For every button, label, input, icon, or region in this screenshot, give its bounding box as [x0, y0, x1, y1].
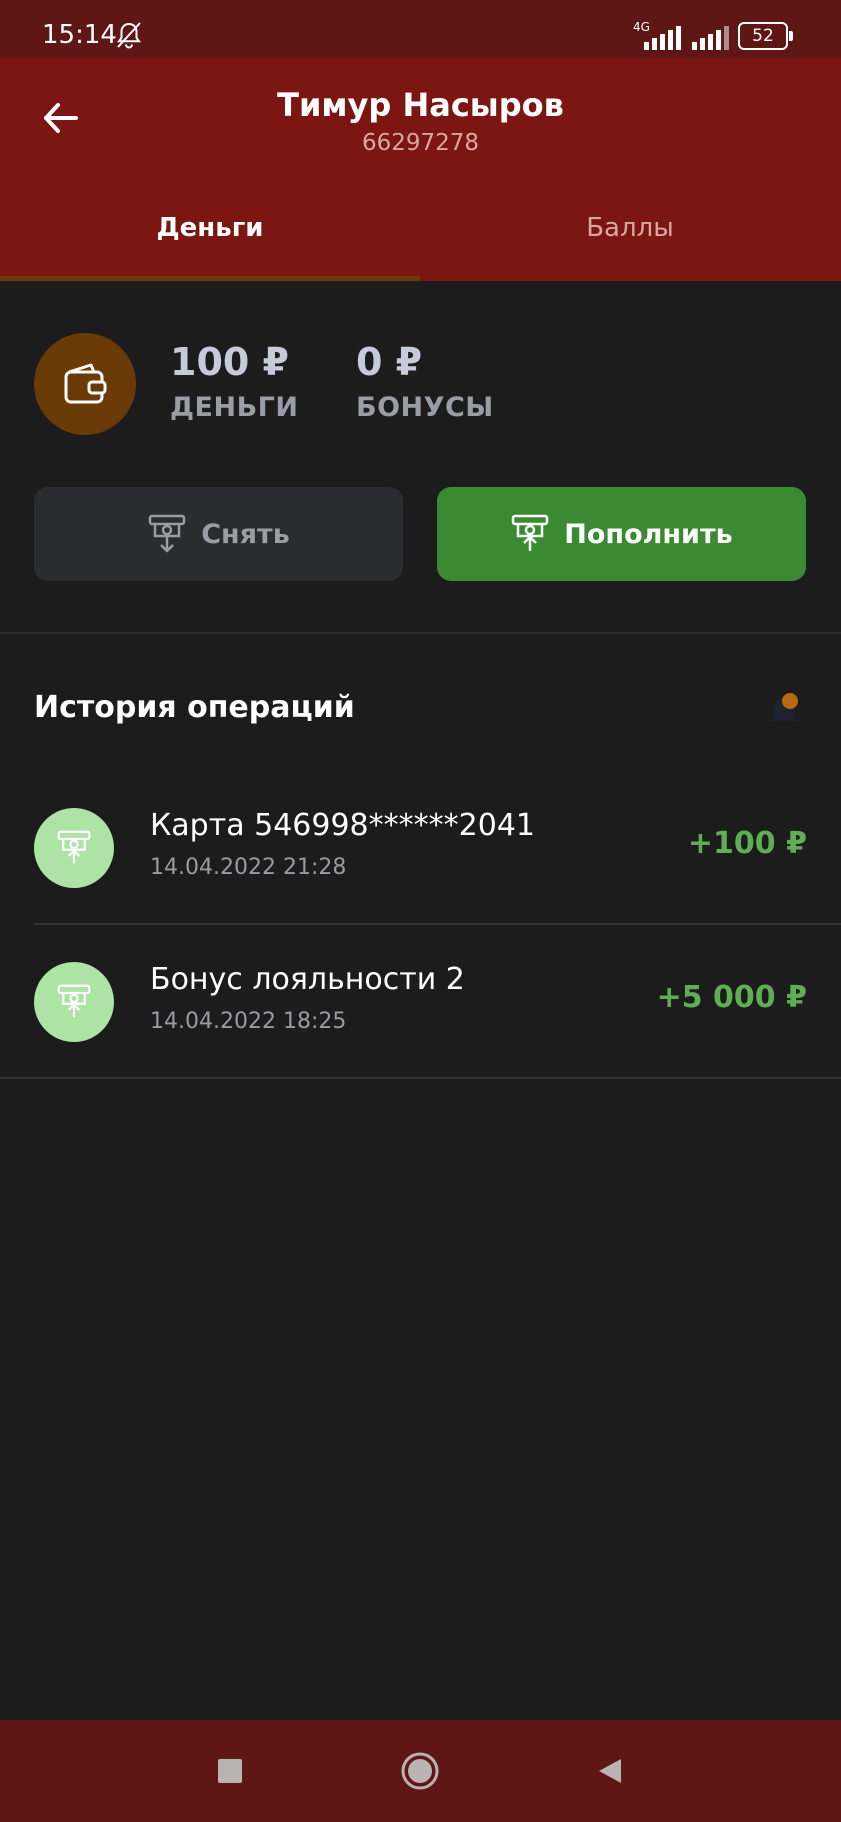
status-time: 15:14 [42, 20, 117, 50]
tab-label: Деньги [156, 213, 264, 243]
signal-icon [692, 26, 729, 50]
atm-deposit-icon [512, 514, 549, 551]
operation-title: Бонус лояльности 2 [150, 962, 465, 997]
list-item[interactable]: Карта 546998******2041 14.04.2022 21:28 … [0, 770, 841, 924]
wallet-avatar [34, 333, 136, 435]
wallet-icon [64, 363, 107, 404]
tab-label: Баллы [586, 213, 674, 243]
money-balance: 100 ₽ [170, 340, 289, 384]
operation-amount: +100 ₽ [687, 826, 807, 861]
battery-icon: 52 [738, 22, 788, 50]
user-id: 66297278 [361, 130, 480, 156]
status-bar: 15:14 4G 52 [0, 0, 841, 58]
bonus-label: БОНУСЫ [356, 392, 494, 423]
atm-deposit-icon [57, 984, 91, 1018]
home-button[interactable] [395, 1746, 445, 1796]
triangle-back-icon [599, 1759, 621, 1783]
bell-icon[interactable] [762, 690, 806, 734]
withdraw-label: Снять [201, 518, 290, 550]
header: Тимур Насыров 66297278 Деньги Баллы [0, 58, 841, 281]
bonus-balance: 0 ₽ [356, 340, 423, 384]
back-nav-button[interactable] [585, 1746, 635, 1796]
system-nav-bar [0, 1720, 841, 1822]
operation-avatar [34, 962, 114, 1042]
battery-level: 52 [752, 26, 774, 46]
tab-points[interactable]: Баллы [420, 178, 840, 278]
operation-date: 14.04.2022 18:25 [150, 1009, 347, 1034]
list-item[interactable]: Бонус лояльности 2 14.04.2022 18:25 +5 0… [0, 924, 841, 1078]
signal-icon [644, 26, 681, 50]
operation-title: Карта 546998******2041 [150, 808, 535, 843]
battery-tip [789, 31, 793, 41]
active-tab-indicator [0, 276, 420, 281]
page-title: Тимур Насыров [277, 86, 564, 124]
bell-off-icon [117, 22, 141, 49]
circle-icon [401, 1752, 439, 1790]
recents-button[interactable] [205, 1746, 255, 1796]
deposit-label: Пополнить [564, 518, 733, 550]
divider [0, 632, 841, 634]
square-icon [218, 1759, 242, 1783]
history-title: История операций [34, 690, 355, 725]
deposit-button[interactable]: Пополнить [437, 487, 806, 581]
divider [0, 1077, 841, 1079]
atm-deposit-icon [57, 830, 91, 864]
tab-money[interactable]: Деньги [0, 178, 420, 278]
money-label: ДЕНЬГИ [170, 392, 299, 423]
operation-avatar [34, 808, 114, 888]
operation-date: 14.04.2022 21:28 [150, 855, 347, 880]
atm-withdraw-icon [148, 514, 186, 553]
withdraw-button[interactable]: Снять [34, 487, 403, 581]
operation-amount: +5 000 ₽ [656, 980, 807, 1015]
